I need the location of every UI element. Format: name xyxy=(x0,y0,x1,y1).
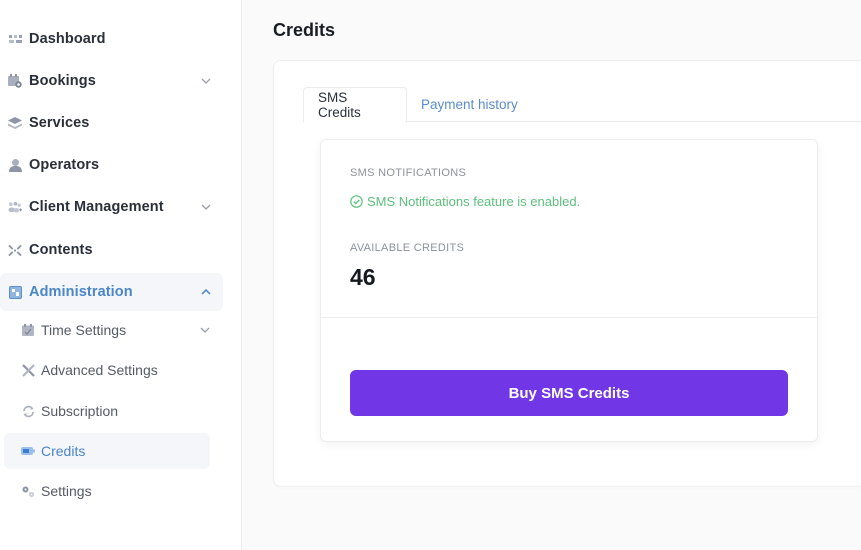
sidebar-item-bookings[interactable]: Bookings xyxy=(0,62,223,100)
sms-credits-card: SMS NOTIFICATIONS SMS Notifications feat… xyxy=(320,139,818,442)
buy-sms-credits-button[interactable]: Buy SMS Credits xyxy=(350,370,788,416)
sms-status-text: SMS Notifications feature is enabled. xyxy=(367,194,581,209)
dashboard-icon xyxy=(8,32,22,46)
page-title: Credits xyxy=(273,20,336,40)
sidebar-subitem-label: Time Settings xyxy=(41,322,127,338)
users-icon xyxy=(8,200,22,214)
battery-icon xyxy=(21,444,35,458)
sidebar-item-contents[interactable]: Contents xyxy=(0,231,223,269)
sms-status: SMS Notifications feature is enabled. xyxy=(350,194,580,209)
sidebar-item-label: Contents xyxy=(29,242,93,258)
user-icon xyxy=(8,158,22,172)
sidebar-item-label: Dashboard xyxy=(29,31,106,47)
sidebar-subitem-credits[interactable]: Credits xyxy=(4,433,210,469)
sidebar-item-label: Bookings xyxy=(29,73,96,89)
chevron-down-icon[interactable] xyxy=(201,202,211,212)
card-divider xyxy=(321,317,817,318)
sidebar-subitem-time-settings[interactable]: Time Settings xyxy=(4,312,210,348)
tab-payment-history[interactable]: Payment history xyxy=(407,87,532,122)
available-credits-value: 46 xyxy=(350,264,376,290)
chevron-down-icon[interactable] xyxy=(200,325,210,335)
sidebar: Dashboard Bookings Services Operators Cl… xyxy=(0,0,242,550)
sidebar-item-label: Operators xyxy=(29,157,100,173)
sidebar-item-operators[interactable]: Operators xyxy=(0,146,223,184)
sidebar-item-label: Client Management xyxy=(29,199,164,215)
tab-sms-credits[interactable]: SMS Credits xyxy=(303,87,407,123)
sidebar-subitem-label: Advanced Settings xyxy=(41,362,158,378)
calendar-check-icon xyxy=(21,323,35,337)
sms-notifications-label: SMS NOTIFICATIONS xyxy=(350,167,467,179)
sidebar-subitem-subscription[interactable]: Subscription xyxy=(4,393,210,429)
chevron-down-icon[interactable] xyxy=(201,76,211,86)
contents-icon xyxy=(8,243,22,257)
gears-icon xyxy=(21,484,35,498)
sidebar-subitem-advanced-settings[interactable]: Advanced Settings xyxy=(4,352,210,388)
available-credits-label: AVAILABLE CREDITS xyxy=(350,242,465,254)
sidebar-item-label: Administration xyxy=(29,284,133,300)
sidebar-subitem-settings[interactable]: Settings xyxy=(4,473,210,509)
layers-icon xyxy=(8,116,22,130)
sidebar-item-administration[interactable]: Administration xyxy=(0,273,223,311)
calendar-icon xyxy=(8,74,22,88)
sidebar-item-dashboard[interactable]: Dashboard xyxy=(0,20,223,58)
sidebar-item-client-management[interactable]: Client Management xyxy=(0,188,223,226)
admin-icon xyxy=(8,285,22,299)
chevron-up-icon[interactable] xyxy=(201,287,211,297)
tools-icon xyxy=(21,363,35,377)
check-circle-icon xyxy=(350,195,363,208)
refresh-icon xyxy=(21,404,35,418)
sidebar-item-label: Services xyxy=(29,115,90,131)
tab-bar: SMS Credits Payment history xyxy=(303,87,861,123)
sidebar-subitem-label: Settings xyxy=(41,483,92,499)
sidebar-subitem-label: Credits xyxy=(41,443,86,459)
sidebar-item-services[interactable]: Services xyxy=(0,104,223,142)
sidebar-subitem-label: Subscription xyxy=(41,403,119,419)
